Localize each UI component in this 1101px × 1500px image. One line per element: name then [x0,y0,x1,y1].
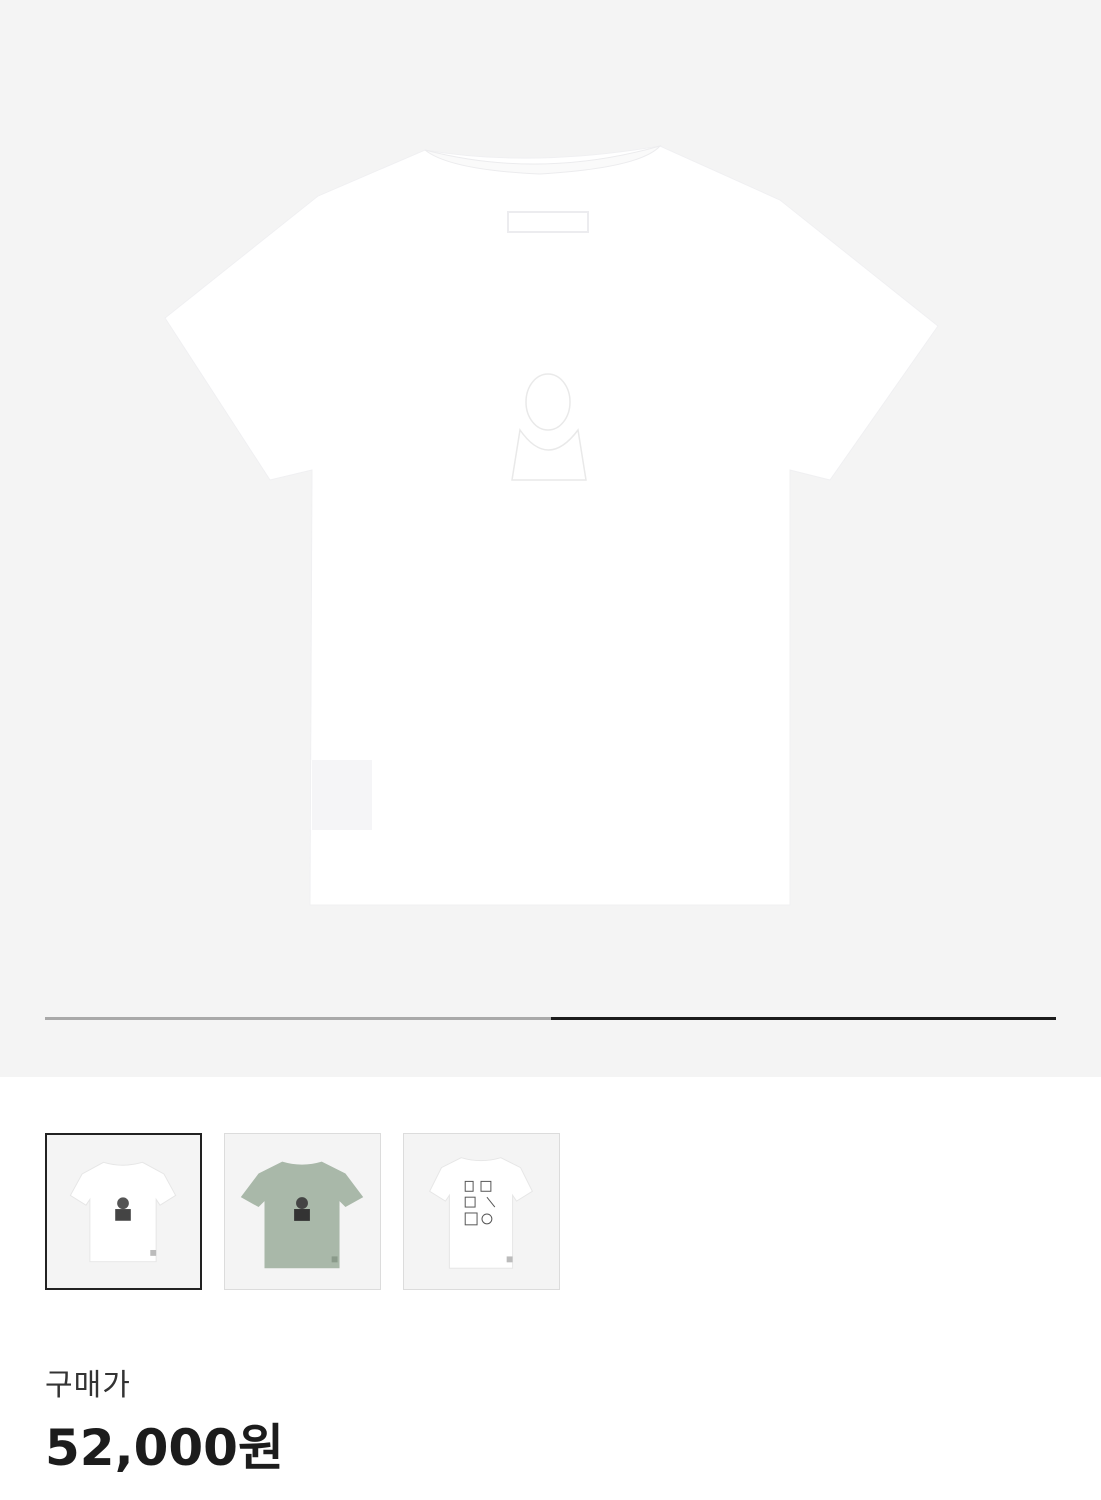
tshirt-back-icon [164,145,939,906]
price-value: 52,000원 [45,1419,284,1477]
product-image-gallery[interactable] [0,0,1101,1077]
thumbnail-sage-tshirt[interactable] [224,1133,381,1290]
thumbnail-white-tshirt[interactable] [45,1133,202,1290]
gallery-progress-fill [550,1017,1056,1020]
price-label: 구매가 [45,1368,131,1403]
thumbnail-graphic-tshirt[interactable] [403,1133,560,1290]
thumbnail-list [45,1133,560,1290]
tshirt-sage-icon [240,1161,364,1269]
tshirt-graphic-icon [429,1157,533,1269]
gallery-progress-track [45,1017,1056,1020]
tshirt-white-icon [69,1161,177,1263]
